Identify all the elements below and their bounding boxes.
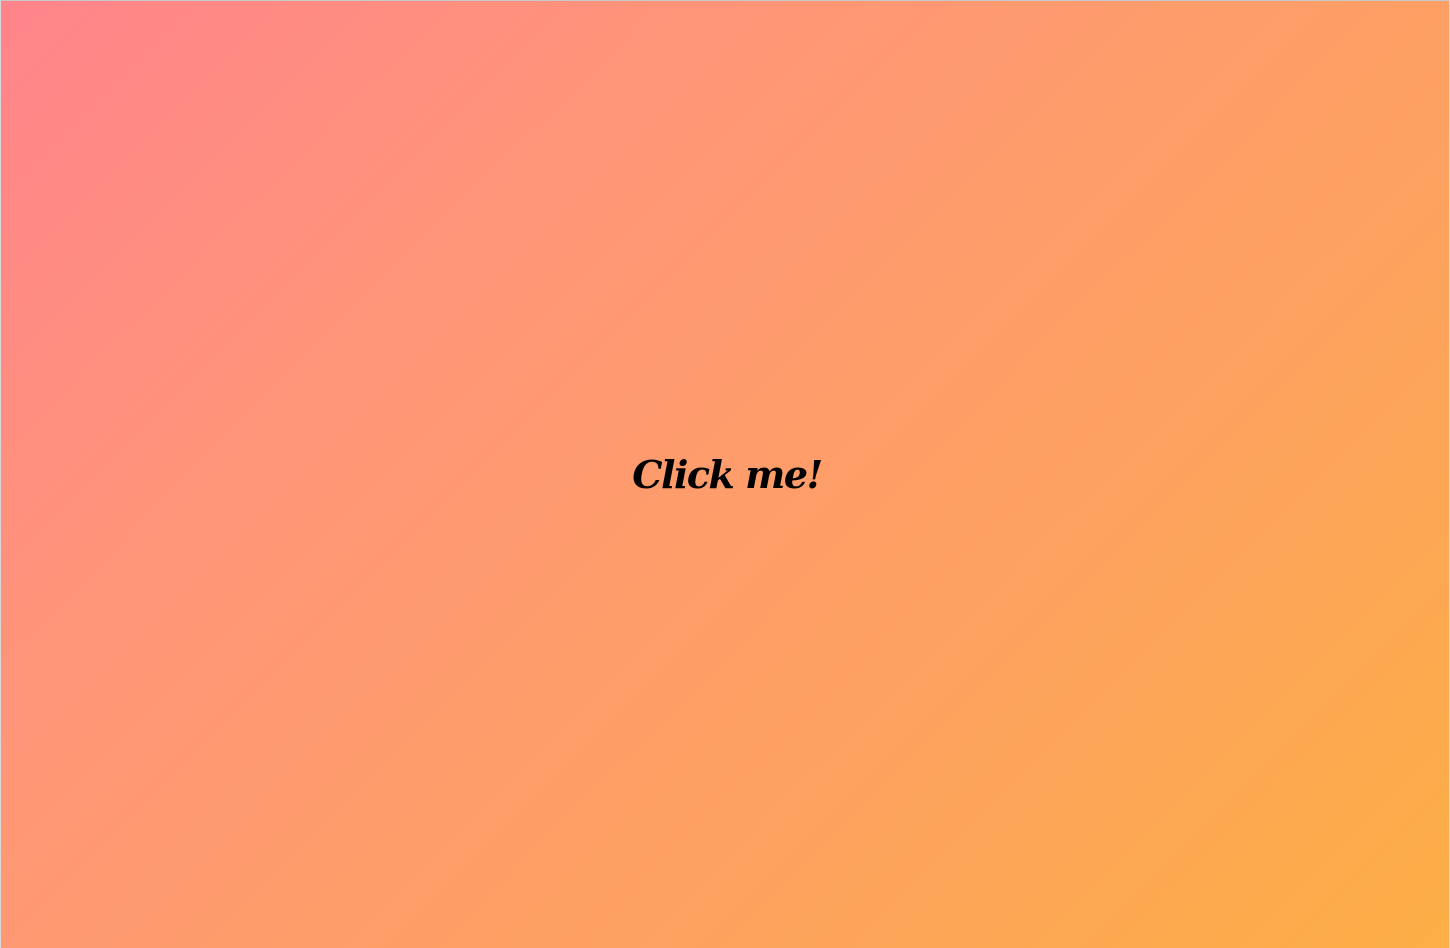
click-me-button[interactable]: Click me! [632,455,823,494]
gradient-page: Click me! [0,0,1450,948]
